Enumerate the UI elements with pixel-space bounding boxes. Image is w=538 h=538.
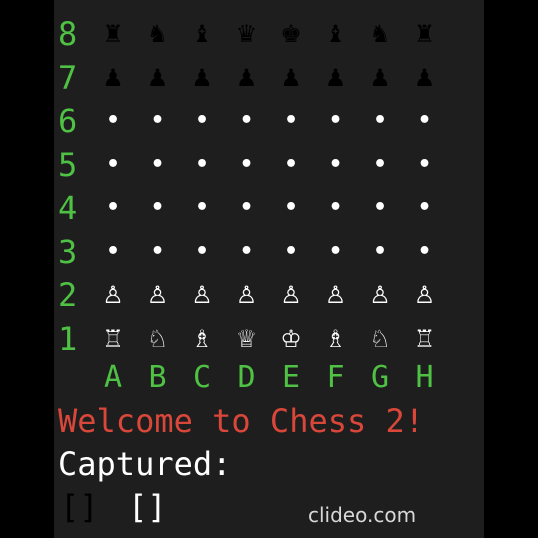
square-b3-empty: • — [150, 238, 165, 264]
square-d8-black-queen: ♛ — [235, 20, 258, 48]
square-f4-empty: • — [328, 195, 343, 220]
square-b7-black-pawn: ♟ — [146, 63, 169, 92]
rank-label-4: 4 — [58, 189, 78, 227]
welcome-message: Welcome to Chess 2! — [58, 402, 425, 440]
rank-label-8: 8 — [58, 15, 78, 53]
square-b4-empty: • — [150, 195, 165, 220]
square-f7-black-pawn: ♟ — [324, 63, 347, 92]
square-c1-white-bishop: ♗ — [191, 324, 213, 353]
file-label-f: F — [326, 360, 345, 395]
file-label-c: C — [192, 360, 212, 395]
square-e3-empty: • — [283, 238, 299, 264]
captured-label: Captured: — [58, 445, 232, 483]
square-b8-black-knight: ♞ — [146, 20, 169, 48]
rank-label-7: 7 — [58, 58, 78, 97]
square-c6-empty: • — [194, 108, 210, 133]
file-label-g: G — [370, 360, 390, 395]
square-h8-black-rook: ♜ — [413, 20, 436, 48]
rank-label-2: 2 — [58, 276, 78, 314]
square-b6-empty: • — [150, 108, 165, 133]
file-label-b: B — [148, 360, 167, 395]
square-h6-empty: • — [417, 108, 432, 133]
square-g5-empty: • — [372, 151, 388, 177]
square-g8-black-knight: ♞ — [369, 20, 391, 48]
square-e7-black-pawn: ♟ — [280, 63, 302, 92]
square-d4-empty: • — [239, 195, 254, 220]
square-g1-white-knight: ♘ — [369, 324, 391, 353]
square-a3-empty: • — [105, 238, 121, 264]
square-h2-white-pawn: ♙ — [413, 281, 436, 309]
square-c5-empty: • — [194, 151, 210, 177]
square-d2-white-pawn: ♙ — [235, 281, 258, 309]
square-e8-black-king: ♚ — [280, 20, 302, 48]
square-h4-empty: • — [417, 195, 432, 220]
square-g4-empty: • — [372, 195, 388, 220]
square-d7-black-pawn: ♟ — [235, 63, 258, 92]
square-f5-empty: • — [328, 151, 343, 177]
square-g3-empty: • — [372, 238, 388, 264]
captured-white-list: [] — [128, 488, 167, 526]
square-d1-white-queen: ♕ — [235, 324, 258, 353]
file-label-e: E — [281, 360, 301, 395]
square-h1-white-rook: ♖ — [413, 324, 436, 353]
square-e6-empty: • — [283, 108, 299, 133]
square-d3-empty: • — [239, 238, 254, 264]
square-c3-empty: • — [194, 238, 210, 264]
file-label-d: D — [237, 360, 256, 395]
square-b1-white-knight: ♘ — [146, 324, 169, 353]
square-c2-white-pawn: ♙ — [191, 281, 213, 309]
square-a4-empty: • — [105, 195, 121, 220]
square-c7-black-pawn: ♟ — [191, 63, 213, 92]
rank-label-5: 5 — [58, 145, 78, 184]
square-a5-empty: • — [105, 151, 121, 177]
square-f8-black-bishop: ♝ — [324, 20, 347, 48]
square-f1-white-bishop: ♗ — [324, 324, 347, 353]
rank-label-6: 6 — [58, 102, 78, 140]
square-a6-empty: • — [105, 108, 121, 133]
square-f2-white-pawn: ♙ — [324, 281, 347, 309]
captured-black-list: [] — [60, 488, 99, 526]
square-e2-white-pawn: ♙ — [280, 281, 302, 309]
square-d6-empty: • — [239, 108, 254, 133]
square-c4-empty: • — [194, 195, 210, 220]
square-e1-white-king: ♔ — [280, 324, 302, 353]
file-label-h: H — [415, 360, 434, 395]
square-a2-white-pawn: ♙ — [102, 281, 124, 309]
square-a7-black-pawn: ♟ — [102, 63, 124, 92]
square-h7-black-pawn: ♟ — [413, 63, 436, 92]
square-h5-empty: • — [417, 151, 432, 177]
rank-label-3: 3 — [58, 232, 78, 271]
square-c8-black-bishop: ♝ — [191, 20, 213, 48]
clideo-watermark: clideo.com — [308, 503, 417, 527]
rank-label-1: 1 — [58, 319, 78, 358]
square-g2-white-pawn: ♙ — [369, 281, 391, 309]
square-a8-black-rook: ♜ — [102, 20, 124, 48]
square-e5-empty: • — [283, 151, 299, 177]
terminal-window: 8 ♜ ♞ ♝ ♛ ♚ ♝ ♞ ♜ 7 ♟ ♟ ♟ ♟ ♟ ♟ ♟ ♟ 6 • • • • • • • • 5 • • • • • • • • 4 • • •… — [54, 0, 484, 538]
square-e4-empty: • — [283, 195, 299, 220]
square-g7-black-pawn: ♟ — [369, 63, 391, 92]
file-label-a: A — [103, 360, 123, 395]
square-f3-empty: • — [328, 238, 343, 264]
square-b5-empty: • — [150, 151, 165, 177]
square-a1-white-rook: ♖ — [102, 324, 124, 353]
square-f6-empty: • — [328, 108, 343, 133]
square-g6-empty: • — [372, 108, 388, 133]
square-b2-white-pawn: ♙ — [146, 281, 169, 309]
square-d5-empty: • — [239, 151, 254, 177]
square-h3-empty: • — [417, 238, 432, 264]
